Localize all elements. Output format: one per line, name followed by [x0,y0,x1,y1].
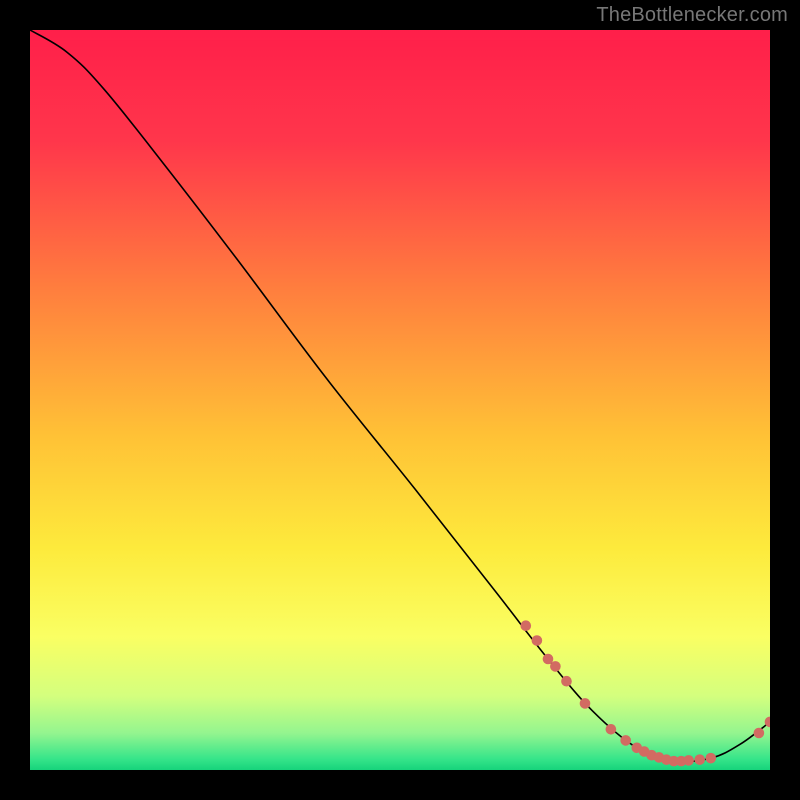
gradient-background [30,30,770,770]
data-marker [532,635,543,646]
chart-container: TheBottlenecker.com [0,0,800,800]
data-marker [580,698,591,709]
data-marker [683,755,694,766]
data-marker [550,661,561,672]
data-marker [606,724,617,735]
attribution-label: TheBottlenecker.com [596,4,788,27]
data-marker [754,728,765,739]
data-marker [706,753,717,764]
data-marker [521,620,532,631]
data-marker [694,754,705,765]
data-marker [561,676,572,687]
plot-area [30,30,770,770]
plot-svg [30,30,770,770]
data-marker [620,735,631,746]
